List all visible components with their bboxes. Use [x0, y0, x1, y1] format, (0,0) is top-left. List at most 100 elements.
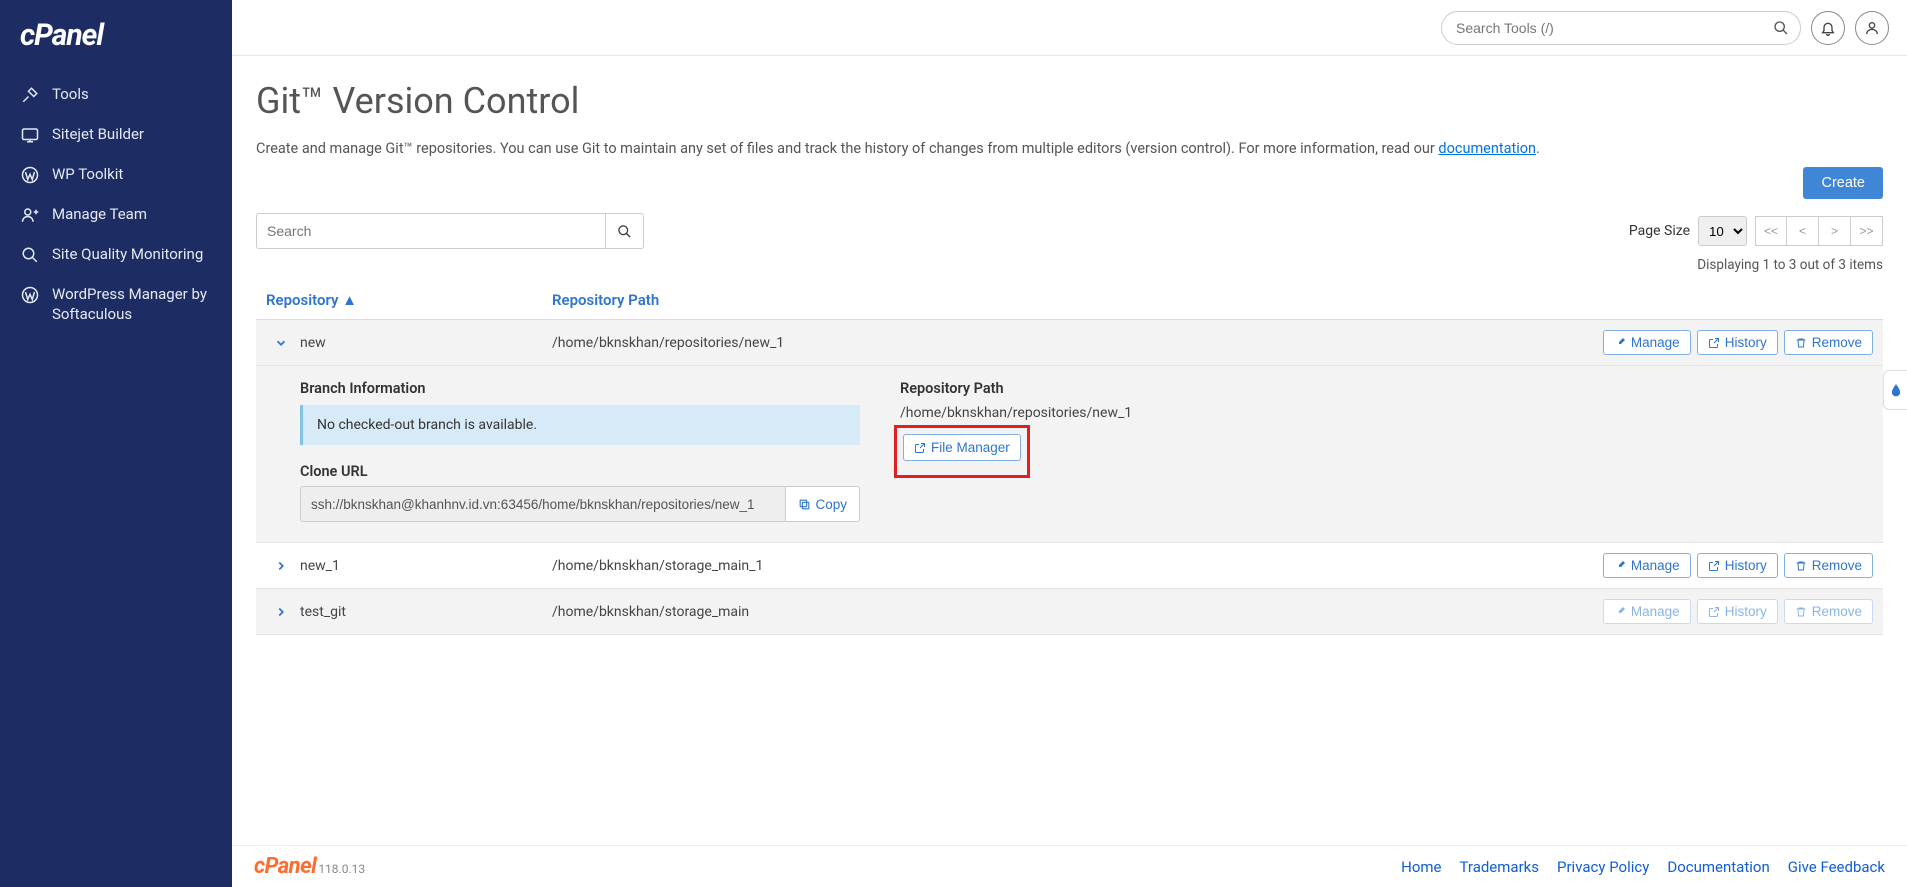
path-value: /home/bknskhan/repositories/new_1: [900, 405, 1873, 421]
copy-button[interactable]: Copy: [786, 486, 860, 522]
row-actions: Manage History Remove: [1603, 553, 1873, 578]
footer-link-privacy[interactable]: Privacy Policy: [1557, 858, 1649, 876]
history-button[interactable]: History: [1697, 330, 1778, 355]
monitor-icon: [20, 125, 40, 145]
repo-path: /home/bknskhan/repositories/new_1: [552, 335, 1603, 351]
sidebar-item-tools[interactable]: Tools: [0, 75, 232, 115]
side-handle[interactable]: [1883, 370, 1907, 410]
footer-link-docs[interactable]: Documentation: [1667, 858, 1769, 876]
repo-name: test_git: [296, 604, 552, 620]
documentation-link[interactable]: documentation: [1438, 140, 1536, 157]
column-path[interactable]: Repository Path: [552, 291, 1613, 309]
sidebar-item-label: Sitejet Builder: [52, 125, 144, 145]
history-button[interactable]: History: [1697, 599, 1778, 624]
search-icon: [1773, 20, 1789, 36]
sidebar-item-sitejet[interactable]: Sitejet Builder: [0, 115, 232, 155]
page-controls: Page Size 10 << < > >>: [1629, 216, 1883, 246]
sidebar-item-wptoolkit[interactable]: WP Toolkit: [0, 155, 232, 195]
copy-icon: [798, 498, 811, 511]
chevron-down-icon[interactable]: [266, 336, 296, 350]
repo-detail: Branch Information No checked-out branch…: [256, 366, 1883, 543]
pager-prev-button[interactable]: <: [1787, 216, 1819, 246]
wrench-icon: [1614, 606, 1626, 618]
topbar: [232, 0, 1907, 56]
chevron-right-icon[interactable]: [266, 605, 296, 619]
repo-path: /home/bknskhan/storage_main: [552, 604, 1603, 620]
sidebar-item-label: Manage Team: [52, 205, 147, 225]
pager-next-button[interactable]: >: [1819, 216, 1851, 246]
wrench-icon: [1614, 560, 1626, 572]
column-repository[interactable]: Repository ▲: [266, 291, 552, 309]
remove-button[interactable]: Remove: [1784, 599, 1873, 624]
user-icon: [1864, 20, 1880, 36]
table-search-group: [256, 213, 644, 249]
chevron-right-icon[interactable]: [266, 559, 296, 573]
global-search-wrap: [1441, 11, 1801, 45]
table-search-button[interactable]: [606, 213, 644, 249]
wordpress-icon: [20, 285, 40, 305]
row-actions: Manage History Remove: [1603, 599, 1873, 624]
page-description: Create and manage Git™ repositories. You…: [256, 140, 1883, 157]
pager-first-button[interactable]: <<: [1755, 216, 1787, 246]
sidebar-item-label: WordPress Manager by Softaculous: [52, 285, 212, 324]
team-icon: [20, 205, 40, 225]
droplet-icon: [1889, 383, 1903, 397]
trash-icon: [1795, 606, 1807, 618]
manage-button[interactable]: Manage: [1603, 553, 1691, 578]
trash-icon: [1795, 560, 1807, 572]
table-row: new /home/bknskhan/repositories/new_1 Ma…: [256, 320, 1883, 366]
sidebar-item-wpmanager[interactable]: WordPress Manager by Softaculous: [0, 275, 232, 334]
global-search-input[interactable]: [1441, 11, 1801, 45]
detail-right: Repository Path /home/bknskhan/repositor…: [900, 380, 1873, 522]
tools-icon: [20, 85, 40, 105]
sidebar-item-manageteam[interactable]: Manage Team: [0, 195, 232, 235]
repo-path: /home/bknskhan/storage_main_1: [552, 558, 1603, 574]
external-link-icon: [1708, 606, 1720, 618]
main-content: Git™ Version Control Create and manage G…: [232, 0, 1907, 715]
footer-brand: cPanel118.0.13: [254, 854, 365, 879]
footer-version: 118.0.13: [318, 862, 365, 876]
remove-button[interactable]: Remove: [1784, 553, 1873, 578]
page-size-label: Page Size: [1629, 223, 1690, 239]
pager: << < > >>: [1755, 216, 1883, 246]
external-link-icon: [914, 442, 926, 454]
account-button[interactable]: [1855, 11, 1889, 45]
footer-logo: cPanel: [254, 854, 316, 879]
display-count: Displaying 1 to 3 out of 3 items: [256, 257, 1883, 273]
create-button[interactable]: Create: [1803, 167, 1883, 199]
search-icon: [617, 224, 632, 239]
footer-link-trademarks[interactable]: Trademarks: [1460, 858, 1540, 876]
sidebar-item-sitequality[interactable]: Site Quality Monitoring: [0, 235, 232, 275]
clone-heading: Clone URL: [300, 463, 860, 480]
notifications-button[interactable]: [1811, 11, 1845, 45]
sidebar-item-label: Site Quality Monitoring: [52, 245, 203, 265]
magnify-icon: [20, 245, 40, 265]
page-size-select[interactable]: 10: [1698, 216, 1747, 246]
trash-icon: [1795, 337, 1807, 349]
detail-left: Branch Information No checked-out branch…: [300, 380, 860, 522]
clone-url-input[interactable]: [300, 486, 786, 522]
create-row: Create: [256, 167, 1883, 199]
manage-button[interactable]: Manage: [1603, 599, 1691, 624]
table-header: Repository ▲ Repository Path: [256, 283, 1883, 320]
table-search-input[interactable]: [256, 213, 606, 249]
branch-heading: Branch Information: [300, 380, 860, 397]
wrench-icon: [1614, 337, 1626, 349]
pager-last-button[interactable]: >>: [1851, 216, 1883, 246]
manage-button[interactable]: Manage: [1603, 330, 1691, 355]
table-row: test_git /home/bknskhan/storage_main Man…: [256, 589, 1883, 635]
external-link-icon: [1708, 560, 1720, 572]
footer-link-feedback[interactable]: Give Feedback: [1788, 858, 1885, 876]
table-row: new_1 /home/bknskhan/storage_main_1 Mana…: [256, 543, 1883, 589]
sidebar: cPanel Tools Sitejet Builder WP Toolkit …: [0, 0, 232, 887]
branch-info-message: No checked-out branch is available.: [300, 405, 860, 445]
remove-button[interactable]: Remove: [1784, 330, 1873, 355]
footer-link-home[interactable]: Home: [1401, 858, 1441, 876]
brand-logo: cPanel: [0, 18, 232, 75]
filter-row: Page Size 10 << < > >>: [256, 213, 1883, 249]
sidebar-item-label: WP Toolkit: [52, 165, 123, 185]
history-button[interactable]: History: [1697, 553, 1778, 578]
bell-icon: [1820, 20, 1836, 36]
file-manager-button[interactable]: File Manager: [903, 434, 1021, 461]
repo-name: new_1: [296, 558, 552, 574]
